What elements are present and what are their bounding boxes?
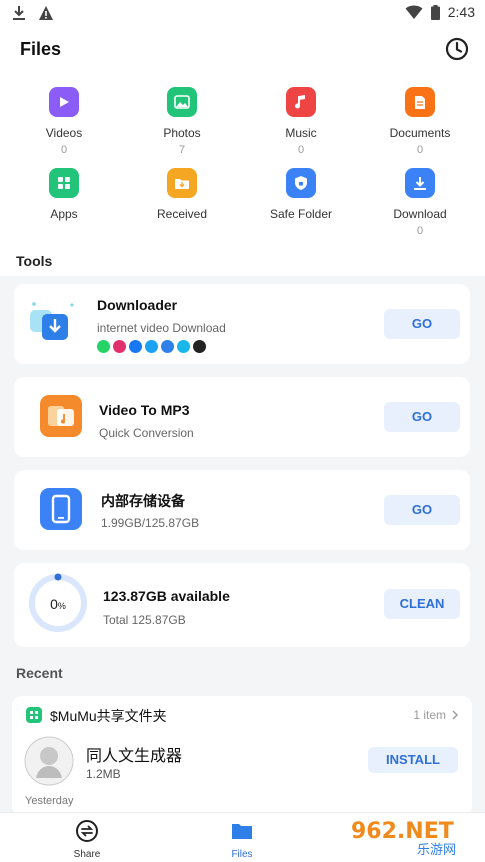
cleaner-subtitle: Total 125.87GB xyxy=(103,613,186,627)
nav-share[interactable]: Share xyxy=(47,819,127,860)
video-to-mp3-card[interactable]: Video To MP3 Quick Conversion GO xyxy=(14,377,470,457)
category-label: Safe Folder xyxy=(269,207,333,221)
category-apps[interactable]: Apps xyxy=(4,168,124,221)
video-to-mp3-subtitle: Quick Conversion xyxy=(99,426,194,440)
tools-section-title: Tools xyxy=(16,253,53,269)
downloader-icon xyxy=(30,302,74,340)
storage-subtitle: 1.99GB/125.87GB xyxy=(101,516,200,530)
category-label: Apps xyxy=(50,207,78,221)
vimeo-icon xyxy=(177,340,190,353)
category-count: 7 xyxy=(178,144,186,156)
usage-percent-sign: % xyxy=(57,601,66,611)
photo-icon xyxy=(167,87,197,117)
category-count: 0 xyxy=(416,225,424,237)
document-icon xyxy=(405,87,435,117)
category-label: Videos xyxy=(45,126,83,140)
category-photos[interactable]: Photos 7 xyxy=(122,87,242,156)
recent-app-name: 同人文生成器 xyxy=(86,748,183,765)
category-music[interactable]: Music 0 xyxy=(241,87,361,156)
category-grid: Videos 0 Photos 7 Music 0 Documents 0 Ap… xyxy=(0,72,485,240)
app-header: Files xyxy=(0,28,485,72)
nav-share-label: Share xyxy=(73,849,101,860)
instagram-icon xyxy=(113,340,126,353)
recent-date-label: Yesterday xyxy=(25,795,74,807)
battery-icon xyxy=(430,4,440,20)
category-label: Download xyxy=(393,207,447,221)
category-label: Documents xyxy=(389,126,451,140)
recent-card: $MuMu共享文件夹 1 item 同人文生成器 1.2MB INSTALL Y… xyxy=(12,696,472,816)
share-transfer-icon xyxy=(76,820,98,842)
install-button[interactable]: INSTALL xyxy=(368,747,458,773)
category-label: Photos xyxy=(163,126,201,140)
recent-section-title: Recent xyxy=(16,665,63,681)
social-icons xyxy=(97,340,206,353)
watermark-sub: 乐游网 xyxy=(417,843,456,858)
recent-folder-name[interactable]: $MuMu共享文件夹 xyxy=(50,706,167,726)
facebook-icon xyxy=(129,340,142,353)
phone-storage-icon xyxy=(40,488,82,530)
download-icon xyxy=(405,168,435,198)
tools-header-area xyxy=(0,240,485,276)
cleaner-title: 123.87GB available xyxy=(103,588,230,604)
downloader-title: Downloader xyxy=(97,297,178,313)
received-folder-icon xyxy=(167,168,197,198)
downloader-go-button[interactable]: GO xyxy=(384,309,460,339)
recent-app-size: 1.2MB xyxy=(86,767,121,781)
app-avatar xyxy=(24,736,74,786)
whatsapp-icon xyxy=(97,340,110,353)
download-notification-icon xyxy=(13,6,25,20)
video-icon xyxy=(49,87,79,117)
shield-icon xyxy=(286,168,316,198)
history-icon[interactable] xyxy=(445,37,469,61)
category-documents[interactable]: Documents 0 xyxy=(360,87,480,156)
category-count: 0 xyxy=(416,144,424,156)
downloader-subtitle: internet video Download xyxy=(97,321,226,335)
category-label: Received xyxy=(156,207,208,221)
status-bar: 2:43 xyxy=(0,0,485,28)
folder-icon xyxy=(232,824,252,839)
category-videos[interactable]: Videos 0 xyxy=(4,87,124,156)
downloader-card[interactable]: Downloader internet video Download GO xyxy=(14,284,470,364)
cleaner-card[interactable]: 0% 123.87GB available Total 125.87GB CLE… xyxy=(14,563,470,647)
category-count: 0 xyxy=(60,144,68,156)
video-site-icon xyxy=(193,340,206,353)
twitter-icon xyxy=(145,340,158,353)
status-time: 2:43 xyxy=(447,4,475,20)
nav-files-label: Files xyxy=(231,849,253,860)
category-received[interactable]: Received xyxy=(122,168,242,221)
category-label: Music xyxy=(285,126,317,140)
category-safe-folder[interactable]: Safe Folder xyxy=(241,168,361,221)
video-to-mp3-go-button[interactable]: GO xyxy=(384,402,460,432)
page-title: Files xyxy=(20,39,62,59)
category-download[interactable]: Download 0 xyxy=(360,168,480,237)
apps-icon xyxy=(49,168,79,198)
watermark-logo: 962.NET 乐游网 xyxy=(345,814,481,858)
wifi-icon xyxy=(405,5,423,19)
recent-item-count[interactable]: 1 item xyxy=(413,708,446,722)
chevron-right-icon[interactable] xyxy=(452,710,459,720)
link-icon xyxy=(161,340,174,353)
music-icon xyxy=(286,87,316,117)
storage-go-button[interactable]: GO xyxy=(384,495,460,525)
usage-percent-value: 0 xyxy=(50,596,58,612)
internal-storage-card[interactable]: 内部存储设备 1.99GB/125.87GB GO xyxy=(14,470,470,550)
usage-ring-indicator xyxy=(54,573,62,581)
nav-files[interactable]: Files xyxy=(202,819,282,860)
video-to-mp3-title: Video To MP3 xyxy=(99,402,190,418)
usage-percent: 0% xyxy=(28,596,88,612)
clean-button[interactable]: CLEAN xyxy=(384,589,460,619)
storage-title: 内部存储设备 xyxy=(101,493,185,509)
watermark-brand: 962.NET xyxy=(351,819,454,844)
warning-icon xyxy=(39,6,53,20)
video-to-mp3-icon xyxy=(40,395,82,437)
category-count: 0 xyxy=(297,144,305,156)
folder-apps-icon xyxy=(26,707,42,723)
